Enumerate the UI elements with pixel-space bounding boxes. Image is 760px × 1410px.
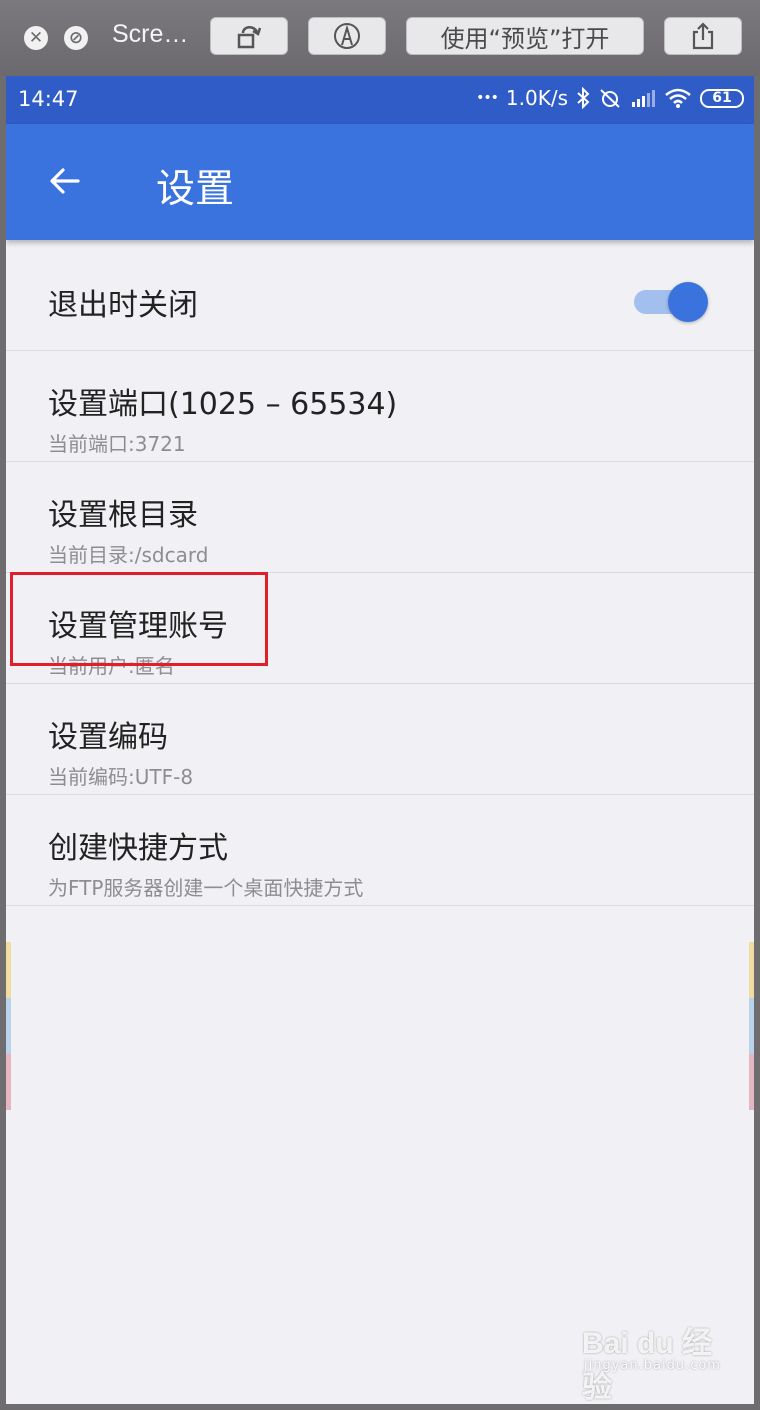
- signal-icon: [632, 90, 655, 107]
- setting-port[interactable]: 设置端口(1025 – 65534) 当前端口:3721: [6, 351, 754, 462]
- toggle-thumb: [668, 282, 708, 322]
- baidu-watermark: Bai du 经验 jingyan.baidu.com: [582, 1318, 722, 1404]
- setting-admin-account[interactable]: 设置管理账号 当前用户:匿名: [6, 573, 754, 684]
- rotate-button[interactable]: [210, 17, 288, 55]
- side-stripe: [6, 1054, 11, 1110]
- setting-encoding[interactable]: 设置编码 当前编码:UTF-8: [6, 684, 754, 795]
- rotate-icon: [237, 26, 262, 49]
- bluetooth-icon: [577, 87, 590, 109]
- share-icon: [692, 22, 714, 50]
- side-stripe: [749, 998, 754, 1054]
- more-dots-icon: •••: [476, 90, 499, 106]
- setting-title: 创建快捷方式: [48, 831, 228, 866]
- status-bar: 14:47 ••• 1.0K/s 61: [6, 76, 754, 124]
- side-stripe: [749, 942, 754, 998]
- network-speed: 1.0K/s: [505, 86, 568, 110]
- close-on-exit-toggle[interactable]: [634, 282, 708, 322]
- setting-subtitle: 为FTP服务器创建一个桌面快捷方式: [48, 876, 364, 900]
- setting-title: 设置端口(1025 – 65534): [48, 387, 398, 422]
- setting-title: 退出时关闭: [48, 288, 198, 323]
- setting-subtitle: 当前用户:匿名: [48, 654, 175, 678]
- alarm-off-icon: [600, 89, 620, 108]
- fullscreen-icon[interactable]: ⊘: [64, 26, 88, 50]
- watermark-url: jingyan.baidu.com: [584, 1358, 721, 1373]
- setting-title: 设置根目录: [48, 498, 198, 533]
- setting-title: 设置管理账号: [48, 609, 228, 644]
- open-with-preview-button[interactable]: 使用“预览”打开: [406, 17, 644, 55]
- close-icon[interactable]: ✕: [24, 26, 48, 50]
- setting-subtitle: 当前目录:/sdcard: [48, 543, 209, 567]
- setting-subtitle: 当前编码:UTF-8: [48, 765, 194, 789]
- quicklook-title: Scre…: [112, 20, 189, 48]
- setting-title: 设置编码: [48, 720, 168, 755]
- wifi-icon: [665, 88, 691, 108]
- app-bar: 设置: [6, 124, 754, 240]
- side-stripe: [6, 998, 11, 1054]
- settings-list: 退出时关闭 设置端口(1025 – 65534) 当前端口:3721 设置根目录…: [6, 240, 754, 906]
- setting-subtitle: 当前端口:3721: [48, 432, 186, 456]
- status-icons: ••• 1.0K/s 61: [476, 86, 744, 110]
- setting-root-dir[interactable]: 设置根目录 当前目录:/sdcard: [6, 462, 754, 573]
- battery-icon: 61: [700, 88, 744, 108]
- side-stripe: [749, 1054, 754, 1110]
- page-title: 设置: [156, 167, 235, 212]
- status-time: 14:47: [18, 87, 79, 111]
- setting-create-shortcut[interactable]: 创建快捷方式 为FTP服务器创建一个桌面快捷方式: [6, 795, 754, 906]
- back-arrow-icon[interactable]: [48, 164, 82, 198]
- phone-screen: 14:47 ••• 1.0K/s 61 设置 退出时关闭 设置端口(1025 –…: [6, 76, 754, 1404]
- markup-pen-icon: [334, 23, 360, 49]
- quicklook-toolbar: ✕ ⊘ Scre… 使用“预览”打开: [0, 0, 760, 76]
- setting-close-on-exit[interactable]: 退出时关闭: [6, 240, 754, 351]
- share-button[interactable]: [664, 17, 742, 55]
- side-stripe: [6, 942, 11, 998]
- markup-button[interactable]: [308, 17, 386, 55]
